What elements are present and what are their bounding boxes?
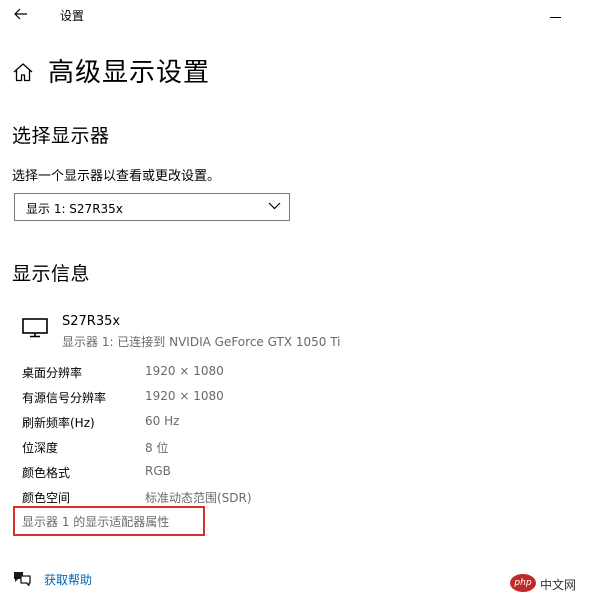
- site-watermark: php 中文网: [510, 574, 588, 594]
- chevron-down-icon: [268, 202, 281, 210]
- info-row-color-format: 颜色格式 RGB: [22, 464, 422, 484]
- select-display-heading: 选择显示器: [12, 125, 110, 147]
- info-label: 桌面分辨率: [22, 366, 83, 380]
- info-row-bit-depth: 位深度 8 位: [22, 439, 422, 459]
- display-info-heading: 显示信息: [12, 263, 91, 285]
- title-bar: 设置: [0, 0, 590, 30]
- info-value: 60 Hz: [145, 414, 180, 428]
- display-select-dropdown[interactable]: 显示 1: S27R35x: [14, 193, 290, 221]
- minimize-button[interactable]: [548, 6, 562, 22]
- info-value: 标准动态范围(SDR): [145, 491, 252, 505]
- get-help-link[interactable]: 获取帮助: [44, 571, 92, 588]
- app-title: 设置: [60, 9, 85, 23]
- info-row-refresh-rate: 刷新频率(Hz) 60 Hz: [22, 414, 422, 434]
- display-adapter-properties-link[interactable]: 显示器 1 的显示适配器属性: [22, 513, 169, 530]
- monitor-name: S27R35x: [62, 314, 121, 329]
- info-label: 颜色空间: [22, 491, 71, 505]
- select-display-subtitle: 选择一个显示器以查看或更改设置。: [12, 169, 221, 184]
- page-title: 高级显示设置: [48, 58, 211, 88]
- watermark-text: 中文网: [540, 578, 577, 592]
- arrow-left-icon: [14, 8, 27, 20]
- home-icon[interactable]: [12, 62, 34, 82]
- info-label: 位深度: [22, 441, 59, 455]
- info-label: 有源信号分辨率: [22, 391, 107, 405]
- info-value: 1920 × 1080: [145, 364, 224, 378]
- help-chat-icon[interactable]: [12, 570, 32, 586]
- info-value: 1920 × 1080: [145, 389, 224, 403]
- monitor-icon: [22, 318, 48, 338]
- display-select-value: 显示 1: S27R35x: [26, 202, 123, 216]
- info-value: RGB: [145, 464, 171, 478]
- info-row-active-signal-resolution: 有源信号分辨率 1920 × 1080: [22, 389, 422, 409]
- info-label: 刷新频率(Hz): [22, 416, 95, 430]
- info-label: 颜色格式: [22, 466, 71, 480]
- watermark-logo: php: [510, 574, 536, 592]
- info-row-desktop-resolution: 桌面分辨率 1920 × 1080: [22, 364, 422, 384]
- back-button[interactable]: [10, 4, 32, 24]
- monitor-connection: 显示器 1: 已连接到 NVIDIA GeForce GTX 1050 Ti: [62, 335, 341, 349]
- info-value: 8 位: [145, 441, 169, 455]
